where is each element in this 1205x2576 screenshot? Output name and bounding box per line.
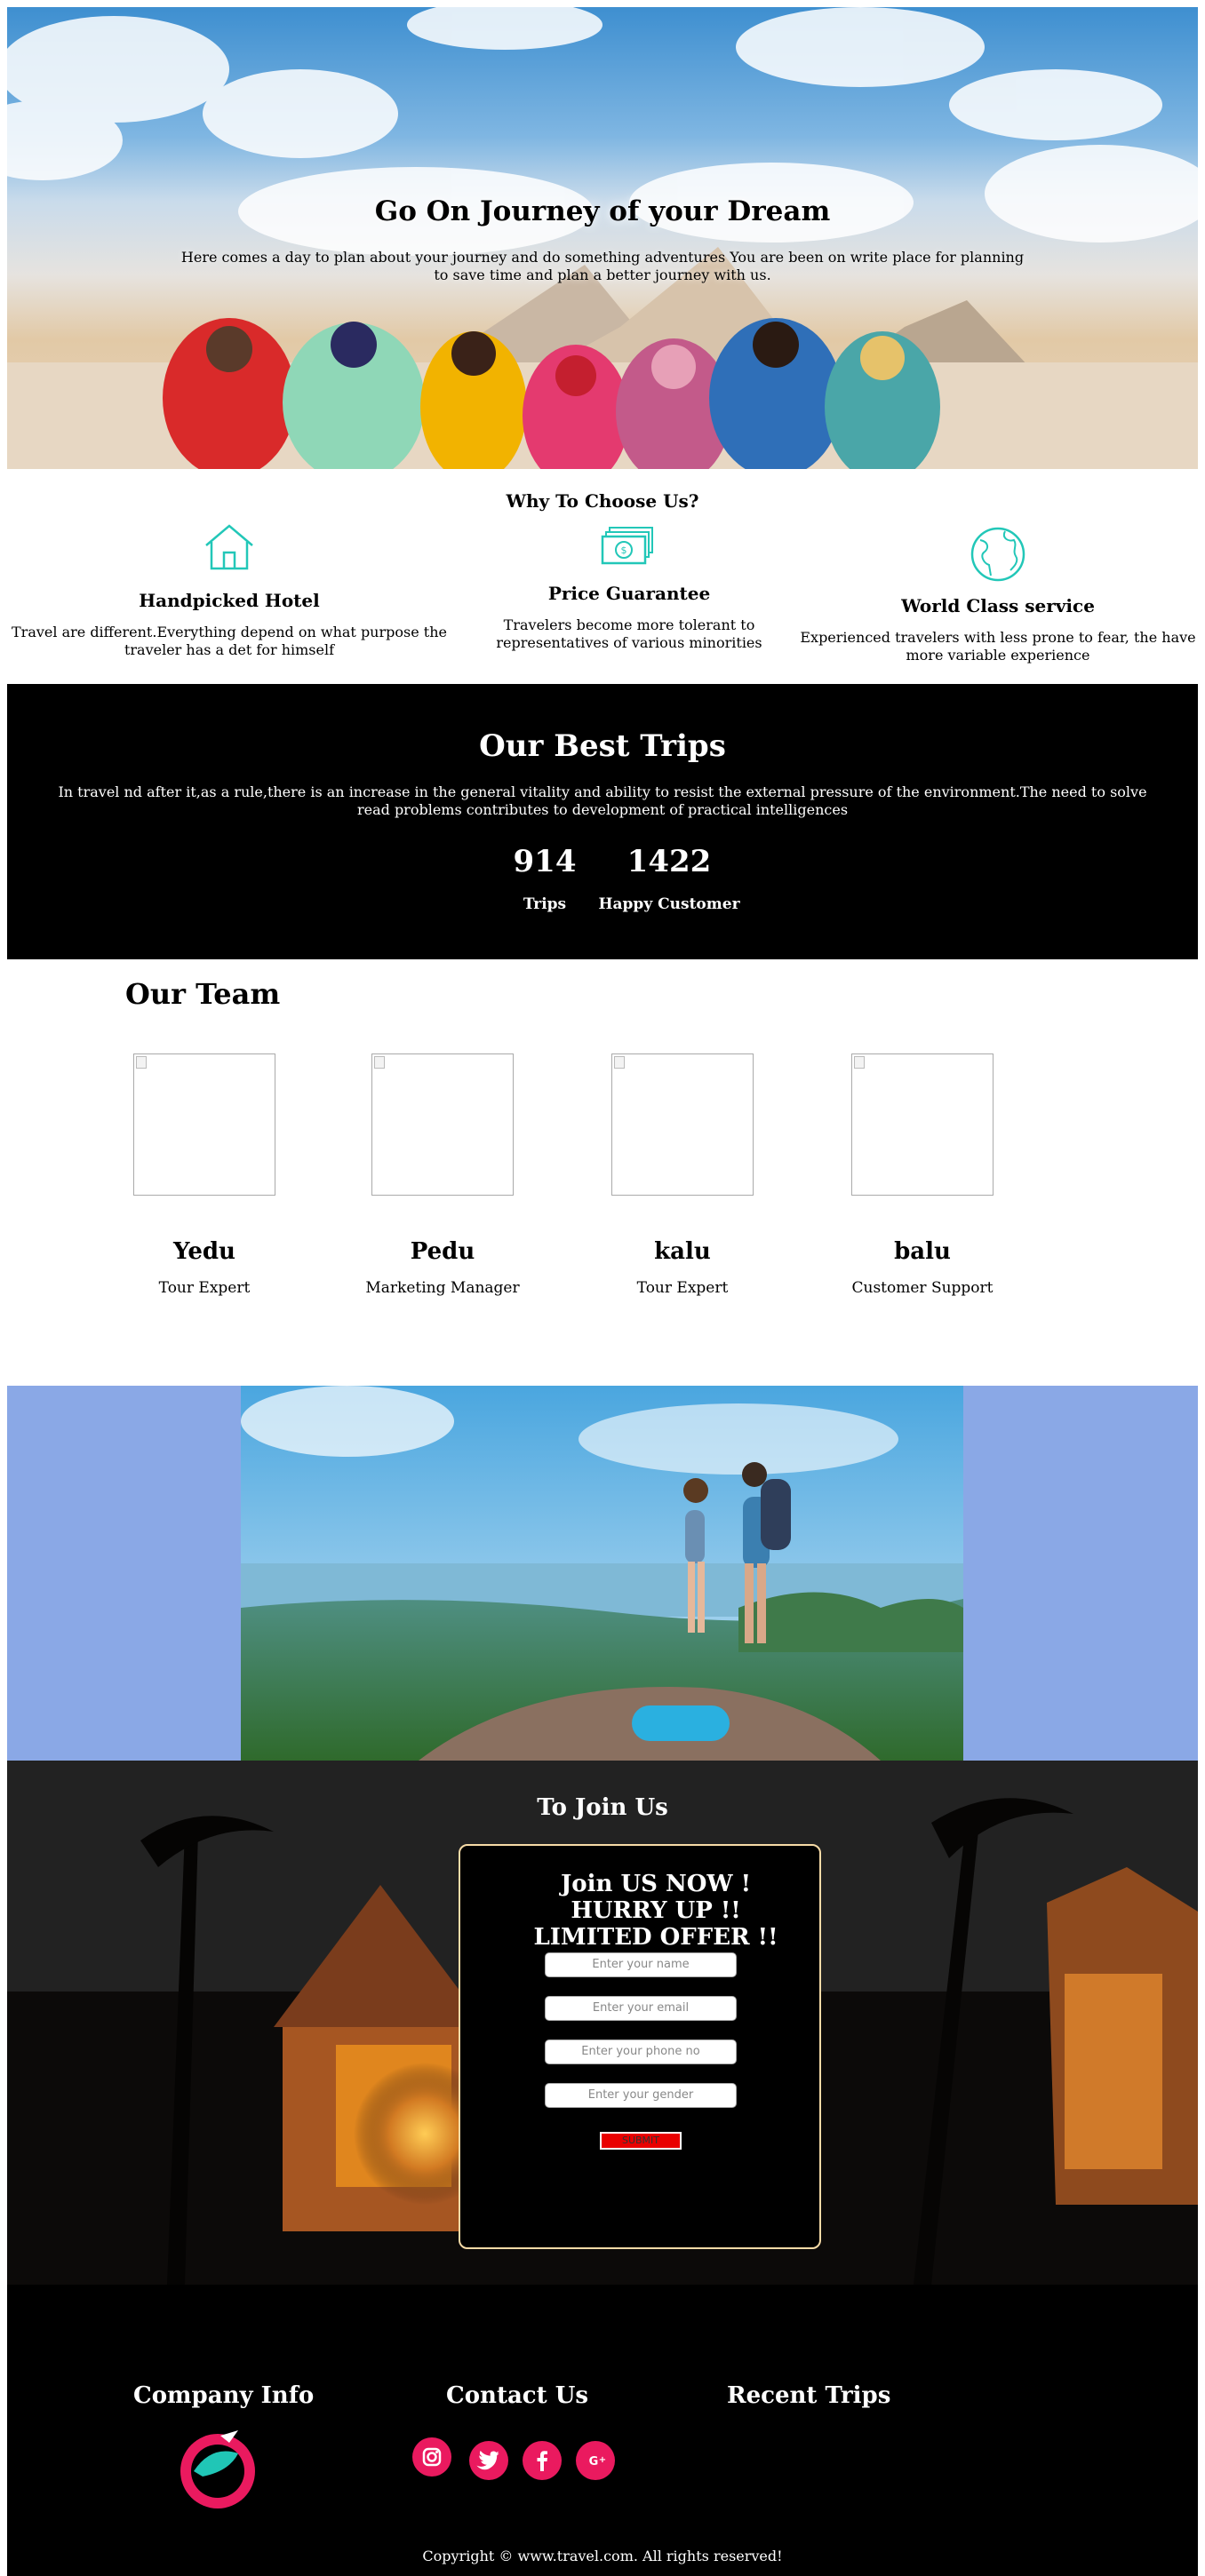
feature-price-guarantee: $ Price Guarantee Travelers become more …	[478, 526, 780, 652]
member-role: Customer Support	[851, 1279, 994, 1297]
facebook-icon[interactable]	[523, 2441, 562, 2480]
stat-label: Happy Customer	[598, 895, 740, 913]
gender-input[interactable]: Enter your gender	[545, 2083, 737, 2108]
member-photo	[851, 1053, 994, 1196]
feature-text: Experienced travelers with less prone to…	[800, 629, 1196, 664]
footer-company-info-title: Company Info	[133, 2382, 315, 2409]
stat-number: 914	[513, 844, 577, 879]
why-choose-title: Why To Choose Us?	[506, 490, 699, 512]
money-icon: $	[601, 527, 653, 565]
hero-background-image	[7, 7, 1198, 469]
best-trips-section: Our Best Trips In travel nd after it,as …	[7, 684, 1198, 959]
member-role: Tour Expert	[636, 1279, 729, 1297]
member-name: Yedu	[173, 1238, 235, 1265]
feature-handpicked-hotel: Handpicked Hotel Travel are different.Ev…	[7, 522, 451, 659]
trips-title: Our Best Trips	[479, 728, 726, 764]
svg-text:G: G	[589, 2455, 599, 2469]
offer-line: Join US NOW !	[560, 1871, 752, 1897]
name-input[interactable]: Enter your name	[545, 1952, 737, 1977]
member-photo	[371, 1053, 514, 1196]
stat-number: 1422	[626, 844, 712, 879]
adventure-section	[7, 1386, 1198, 1761]
offer-text: Join US NOW ! HURRY UP !! LIMITED OFFER …	[514, 1871, 798, 1951]
offer-line: LIMITED OFFER !!	[533, 1924, 778, 1951]
member-photo	[133, 1053, 275, 1196]
stat-label: Trips	[523, 895, 567, 913]
broken-image-icon	[614, 1056, 625, 1069]
submit-button[interactable]: SUBMIT	[600, 2132, 682, 2150]
offer-line: HURRY UP !!	[571, 1897, 741, 1924]
trips-description: In travel nd after it,as a rule,there is…	[58, 783, 1147, 818]
house-icon	[205, 524, 253, 570]
feature-title: Price Guarantee	[547, 583, 711, 604]
broken-image-icon	[136, 1056, 147, 1069]
hero-subtitle: Here comes a day to plan about your jour…	[180, 249, 1025, 283]
member-role: Marketing Manager	[365, 1279, 520, 1297]
team-member-card: Yedu Tour Expert	[116, 1053, 293, 1297]
twitter-icon[interactable]	[469, 2441, 508, 2480]
instagram-icon[interactable]	[412, 2437, 451, 2477]
join-section: To Join Us Join US NOW ! HURRY UP !! LIM…	[7, 1761, 1198, 2285]
svg-text:$: $	[621, 545, 627, 556]
member-name: balu	[894, 1238, 951, 1265]
footer-recent-trips-title: Recent Trips	[727, 2382, 891, 2409]
footer-contact-us-title: Contact Us	[446, 2382, 588, 2409]
team-member-card: balu Customer Support	[834, 1053, 1011, 1297]
adventure-image	[241, 1386, 963, 1761]
footer: Company Info Contact Us Recent Trips G +…	[7, 2285, 1198, 2576]
member-photo	[611, 1053, 754, 1196]
team-member-card: kalu Tour Expert	[594, 1053, 771, 1297]
member-role: Tour Expert	[158, 1279, 251, 1297]
svg-text:+: +	[599, 2455, 606, 2465]
feature-title: Handpicked Hotel	[139, 590, 320, 611]
feature-title: World Class service	[901, 595, 1095, 616]
member-name: kalu	[654, 1238, 711, 1265]
team-title: Our Team	[125, 977, 281, 1011]
feature-text: Travelers become more tolerant to repres…	[496, 616, 762, 651]
broken-image-icon	[854, 1056, 865, 1069]
stat-trips: 914 Trips	[505, 844, 585, 913]
hero-title: Go On Journey of your Dream	[374, 195, 831, 227]
stat-happy-customer: 1422 Happy Customer	[594, 844, 745, 913]
join-title: To Join Us	[537, 1794, 668, 1821]
hero-banner: Go On Journey of your Dream Here comes a…	[7, 7, 1198, 469]
team-member-card: Pedu Marketing Manager	[354, 1053, 531, 1297]
broken-image-icon	[374, 1056, 385, 1069]
email-input[interactable]: Enter your email	[545, 1996, 737, 2021]
feature-world-class-service: World Class service Experienced traveler…	[798, 526, 1198, 664]
member-name: Pedu	[410, 1238, 475, 1265]
join-form: Join US NOW ! HURRY UP !! LIMITED OFFER …	[459, 1844, 821, 2249]
company-logo	[180, 2430, 255, 2508]
feature-text: Travel are different.Everything depend o…	[12, 624, 447, 658]
phone-input[interactable]: Enter your phone no	[545, 2039, 737, 2064]
globe-icon	[970, 527, 1025, 582]
copyright-text: Copyright © www.travel.com. All rights r…	[422, 2548, 783, 2564]
google-plus-icon[interactable]: G +	[576, 2441, 615, 2480]
